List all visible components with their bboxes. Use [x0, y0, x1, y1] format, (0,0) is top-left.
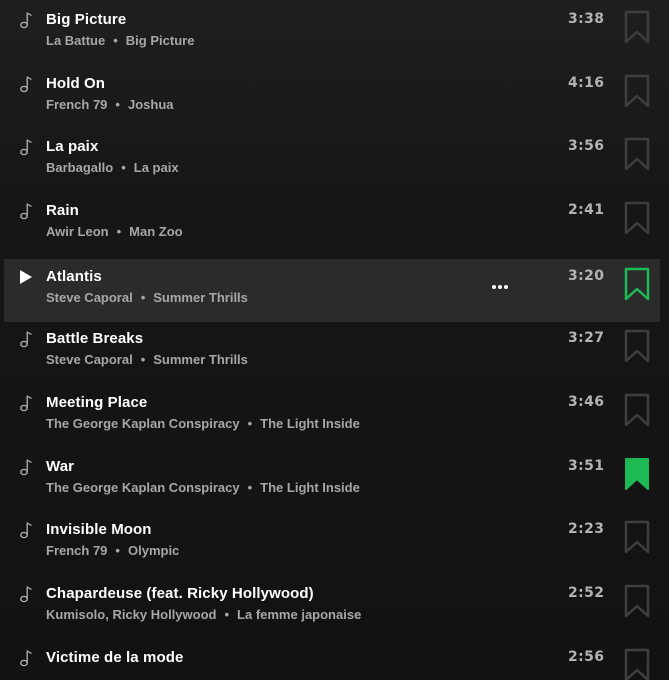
track-album[interactable]: Big Picture	[126, 33, 195, 48]
separator-dot: •	[116, 224, 122, 239]
track-artist[interactable]: Kumisolo, Ricky Hollywood	[46, 607, 216, 622]
track-row[interactable]: Meeting Place The George Kaplan Conspirac…	[4, 385, 660, 448]
track-artist[interactable]: La Battue	[46, 33, 105, 48]
track-title[interactable]: War	[46, 458, 74, 475]
track-duration: 2:41	[568, 202, 605, 218]
track-artist[interactable]: French 79	[46, 97, 107, 112]
track-meta: Awir Leon • Man Zoo	[46, 224, 183, 239]
music-note-icon	[20, 12, 32, 29]
track-artist[interactable]: The George Kaplan Conspiracy	[46, 480, 240, 495]
music-note-icon	[20, 76, 32, 93]
separator-dot: •	[224, 607, 230, 622]
track-title[interactable]: Meeting Place	[46, 394, 147, 411]
track-row[interactable]: Atlantis Steve Caporal • Summer Thrills 3:20	[4, 259, 660, 322]
track-title[interactable]: Invisible Moon	[46, 521, 152, 538]
separator-dot: •	[140, 290, 146, 305]
bookmark-icon[interactable]	[624, 201, 650, 235]
separator-dot: •	[121, 160, 126, 175]
track-duration: 2:56	[568, 649, 605, 665]
track-artist[interactable]: Awir Leon	[46, 224, 109, 239]
track-artist[interactable]: Steve Caporal	[46, 352, 133, 367]
track-meta: French 79 • Olympic	[46, 543, 179, 558]
track-artist[interactable]: The George Kaplan Conspiracy	[46, 416, 240, 431]
track-row[interactable]: Battle Breaks Steve Caporal • Summer Thrill…	[4, 321, 660, 384]
play-icon[interactable]	[19, 268, 33, 286]
track-duration: 3:51	[568, 458, 605, 474]
bookmark-icon[interactable]	[624, 584, 650, 618]
track-title[interactable]: Chapardeuse (feat. Ricky Hollywood)	[46, 585, 314, 602]
track-meta: La Battue • Big Picture	[46, 33, 194, 48]
track-meta: Steve Caporal • Summer Thrills	[46, 290, 248, 305]
track-meta: Barbagallo • La paix	[46, 160, 179, 175]
track-row[interactable]: Big Picture La Battue • Big Picture 3:38	[4, 2, 660, 65]
track-meta: The George Kaplan Conspiracy • The Light I…	[46, 480, 360, 495]
music-note-icon	[20, 459, 32, 476]
separator-dot: •	[140, 352, 146, 367]
track-duration: 4:16	[568, 75, 605, 91]
track-meta: Kumisolo, Ricky Hollywood • La femme japon…	[46, 607, 361, 622]
bookmark-icon[interactable]	[624, 520, 650, 554]
bookmark-icon[interactable]	[624, 648, 650, 680]
track-album[interactable]: Olympic	[128, 543, 179, 558]
track-album[interactable]: Summer Thrills	[153, 352, 248, 367]
track-album[interactable]: Summer Thrills	[153, 290, 248, 305]
music-note-icon	[20, 522, 32, 539]
track-album[interactable]: Man Zoo	[129, 224, 182, 239]
track-artist[interactable]: Steve Caporal	[46, 290, 133, 305]
separator-dot: •	[113, 33, 118, 48]
track-title[interactable]: La paix	[46, 138, 98, 155]
track-duration: 3:56	[568, 138, 605, 154]
music-note-icon	[20, 650, 32, 667]
track-title[interactable]: Atlantis	[46, 268, 102, 285]
track-duration: 3:38	[568, 11, 605, 27]
separator-dot: •	[115, 97, 120, 112]
track-album[interactable]: The Light Inside	[260, 416, 360, 431]
bookmark-icon[interactable]	[624, 329, 650, 363]
track-title[interactable]: Battle Breaks	[46, 330, 143, 347]
track-title[interactable]: Big Picture	[46, 11, 126, 28]
track-album[interactable]: The Light Inside	[260, 480, 360, 495]
separator-dot: •	[247, 416, 253, 431]
track-duration: 2:52	[568, 585, 605, 601]
track-album[interactable]: La femme japonaise	[237, 607, 361, 622]
music-note-icon	[20, 203, 32, 220]
track-title[interactable]: Hold On	[46, 75, 105, 92]
music-note-icon	[20, 331, 32, 348]
track-row[interactable]: Victime de la mode 2:56	[4, 640, 660, 680]
track-row[interactable]: Invisible Moon French 79 • Olympic 2:23	[4, 512, 660, 575]
track-row[interactable]: War The George Kaplan Conspiracy • The Ligh…	[4, 449, 660, 512]
more-options-icon[interactable]	[488, 275, 512, 299]
bookmark-icon[interactable]	[624, 267, 650, 301]
bookmark-icon[interactable]	[624, 457, 650, 491]
track-meta: French 79 • Joshua	[46, 97, 174, 112]
bookmark-icon[interactable]	[624, 74, 650, 108]
bookmark-icon[interactable]	[624, 137, 650, 171]
track-meta: Steve Caporal • Summer Thrills	[46, 352, 248, 367]
track-duration: 3:46	[568, 394, 605, 410]
music-note-icon	[20, 139, 32, 156]
music-note-icon	[20, 395, 32, 412]
track-row[interactable]: Rain Awir Leon • Man Zoo 2:41	[4, 193, 660, 256]
track-artist[interactable]: French 79	[46, 543, 107, 558]
track-title[interactable]: Rain	[46, 202, 79, 219]
music-note-icon	[20, 586, 32, 603]
bookmark-icon[interactable]	[624, 393, 650, 427]
separator-dot: •	[247, 480, 253, 495]
bookmark-icon[interactable]	[624, 10, 650, 44]
track-artist[interactable]: Barbagallo	[46, 160, 113, 175]
track-row[interactable]: La paix Barbagallo • La paix 3:56	[4, 129, 660, 192]
track-duration: 3:27	[568, 330, 605, 346]
track-row[interactable]: Hold On French 79 • Joshua 4:16	[4, 66, 660, 129]
track-album[interactable]: Joshua	[128, 97, 174, 112]
track-row[interactable]: Chapardeuse (feat. Ricky Hollywood) Kumis…	[4, 576, 660, 639]
track-duration: 3:20	[568, 268, 605, 284]
tracklist: Big Picture La Battue • Big Picture 3:38 Hold…	[0, 0, 669, 680]
track-album[interactable]: La paix	[134, 160, 179, 175]
track-title[interactable]: Victime de la mode	[46, 649, 183, 666]
track-duration: 2:23	[568, 521, 605, 537]
separator-dot: •	[115, 543, 120, 558]
track-meta: The George Kaplan Conspiracy • The Light I…	[46, 416, 360, 431]
